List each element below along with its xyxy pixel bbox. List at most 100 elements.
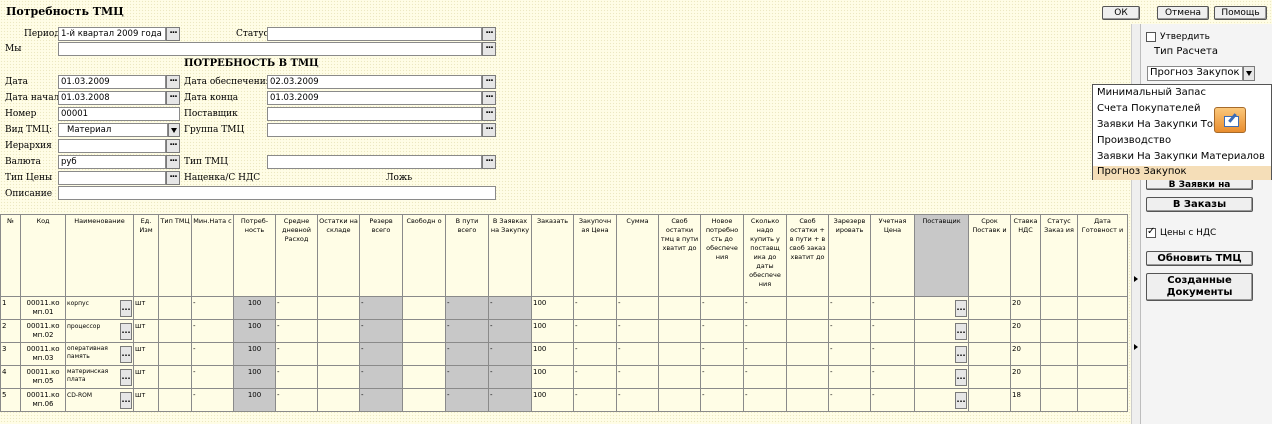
table-cell[interactable]: -: [445, 319, 489, 343]
supplier-select-button[interactable]: ...: [482, 107, 496, 121]
col-header[interactable]: Наименование: [65, 214, 134, 297]
table-cell[interactable]: 00011.ко мп.06: [20, 388, 66, 412]
tmc-type-button[interactable]: ...: [482, 155, 496, 169]
table-cell[interactable]: -: [743, 388, 787, 412]
table-cell[interactable]: [658, 365, 701, 389]
table-cell[interactable]: -: [488, 365, 532, 389]
table-cell[interactable]: 3: [0, 342, 21, 366]
period-field[interactable]: 1-й квартал 2009 года: [58, 27, 166, 41]
table-cell[interactable]: -: [275, 365, 318, 389]
table-cell[interactable]: 00011.ко мп.01: [20, 296, 66, 320]
table-cell[interactable]: -: [743, 319, 787, 343]
tmc-group-field[interactable]: [267, 123, 482, 137]
table-cell[interactable]: -: [700, 388, 744, 412]
table-cell[interactable]: -: [275, 388, 318, 412]
table-cell[interactable]: 100: [233, 388, 276, 412]
table-cell[interactable]: 1: [0, 296, 21, 320]
table-cell[interactable]: 00011.ко мп.02: [20, 319, 66, 343]
tmc-type-field[interactable]: [267, 155, 482, 169]
cell-select-button[interactable]: ...: [955, 323, 967, 340]
table-cell[interactable]: -: [488, 319, 532, 343]
col-header[interactable]: Новое потребно сть до обеспече ния: [700, 214, 744, 297]
table-cell[interactable]: -: [870, 365, 915, 389]
col-header[interactable]: Дата Готовност и: [1077, 214, 1128, 297]
table-cell[interactable]: [1077, 296, 1128, 320]
table-cell[interactable]: [1077, 388, 1128, 412]
we-select-button[interactable]: ...: [482, 42, 496, 56]
table-cell[interactable]: -: [573, 319, 617, 343]
table-cell[interactable]: [1040, 296, 1078, 320]
table-cell[interactable]: [658, 388, 701, 412]
table-cell[interactable]: -: [445, 296, 489, 320]
table-cell[interactable]: 20: [1010, 365, 1041, 389]
table-cell[interactable]: -: [743, 296, 787, 320]
table-cell[interactable]: [1077, 319, 1128, 343]
provision-date-field[interactable]: 02.03.2009: [267, 75, 482, 89]
date-field[interactable]: 01.03.2009: [58, 75, 166, 89]
table-cell[interactable]: [658, 319, 701, 343]
table-cell[interactable]: процессор...: [65, 319, 134, 343]
col-header[interactable]: Статус Заказ ия: [1040, 214, 1078, 297]
table-cell[interactable]: [1040, 388, 1078, 412]
table-cell[interactable]: [968, 319, 1011, 343]
table-cell[interactable]: [1077, 342, 1128, 366]
col-header[interactable]: Заказать: [531, 214, 574, 297]
table-cell[interactable]: [1077, 365, 1128, 389]
cell-select-button[interactable]: ...: [120, 346, 132, 363]
table-cell[interactable]: -: [191, 296, 234, 320]
status-select-button[interactable]: ...: [482, 27, 496, 41]
table-cell[interactable]: 100: [233, 296, 276, 320]
table-cell[interactable]: [786, 365, 829, 389]
table-cell[interactable]: -: [616, 319, 659, 343]
table-cell[interactable]: -: [870, 296, 915, 320]
table-cell[interactable]: -: [445, 388, 489, 412]
col-header[interactable]: В пути всего: [445, 214, 489, 297]
dropdown-option-highlighted[interactable]: Прогноз Закупок: [1093, 166, 1271, 180]
table-cell[interactable]: -: [573, 342, 617, 366]
table-cell[interactable]: 100: [531, 388, 574, 412]
table-cell[interactable]: корпус...: [65, 296, 134, 320]
col-header[interactable]: Код: [20, 214, 66, 297]
table-cell[interactable]: шт: [133, 342, 159, 366]
table-cell[interactable]: шт: [133, 296, 159, 320]
table-cell[interactable]: [786, 388, 829, 412]
table-cell[interactable]: -: [359, 388, 403, 412]
vat-prices-checkbox[interactable]: ✓: [1146, 226, 1156, 238]
table-cell[interactable]: шт: [133, 319, 159, 343]
table-cell[interactable]: [317, 365, 360, 389]
cell-select-button[interactable]: ...: [955, 300, 967, 317]
col-header[interactable]: №: [0, 214, 21, 297]
table-cell[interactable]: -: [828, 342, 871, 366]
expand-right-icon[interactable]: [1134, 344, 1138, 350]
table-cell[interactable]: [158, 342, 192, 366]
table-row[interactable]: 1 00011.ко мп.01 корпус... шт -100- - - -100- - -…: [0, 296, 1128, 320]
cell-select-button[interactable]: ...: [120, 323, 132, 340]
table-cell[interactable]: -: [445, 365, 489, 389]
table-cell[interactable]: [968, 388, 1011, 412]
table-cell[interactable]: 4: [0, 365, 21, 389]
dropdown-option[interactable]: Счета Покупателей: [1097, 103, 1200, 114]
table-cell[interactable]: -: [700, 296, 744, 320]
chevron-down-icon[interactable]: [1243, 66, 1255, 81]
end-date-field[interactable]: 01.03.2009: [267, 91, 482, 105]
table-cell[interactable]: -: [191, 342, 234, 366]
table-cell[interactable]: [968, 296, 1011, 320]
table-cell[interactable]: [658, 342, 701, 366]
table-cell[interactable]: -: [359, 296, 403, 320]
table-cell[interactable]: ...: [914, 296, 969, 320]
table-cell[interactable]: -: [488, 296, 532, 320]
approve-checkbox[interactable]: [1146, 32, 1156, 42]
table-cell[interactable]: 100: [531, 296, 574, 320]
dropdown-option[interactable]: Минимальный Запас: [1097, 87, 1206, 98]
table-cell[interactable]: -: [828, 296, 871, 320]
table-cell[interactable]: -: [359, 365, 403, 389]
table-cell[interactable]: -: [573, 365, 617, 389]
table-cell[interactable]: [786, 342, 829, 366]
cell-select-button[interactable]: ...: [120, 369, 132, 386]
table-cell[interactable]: оперативная память...: [65, 342, 134, 366]
col-header[interactable]: Сколько надо купить у поставщ ика до дат…: [743, 214, 787, 297]
help-button[interactable]: Помощь: [1214, 6, 1267, 20]
cell-select-button[interactable]: ...: [120, 392, 132, 409]
table-cell[interactable]: [158, 365, 192, 389]
period-select-button[interactable]: ...: [166, 27, 180, 41]
